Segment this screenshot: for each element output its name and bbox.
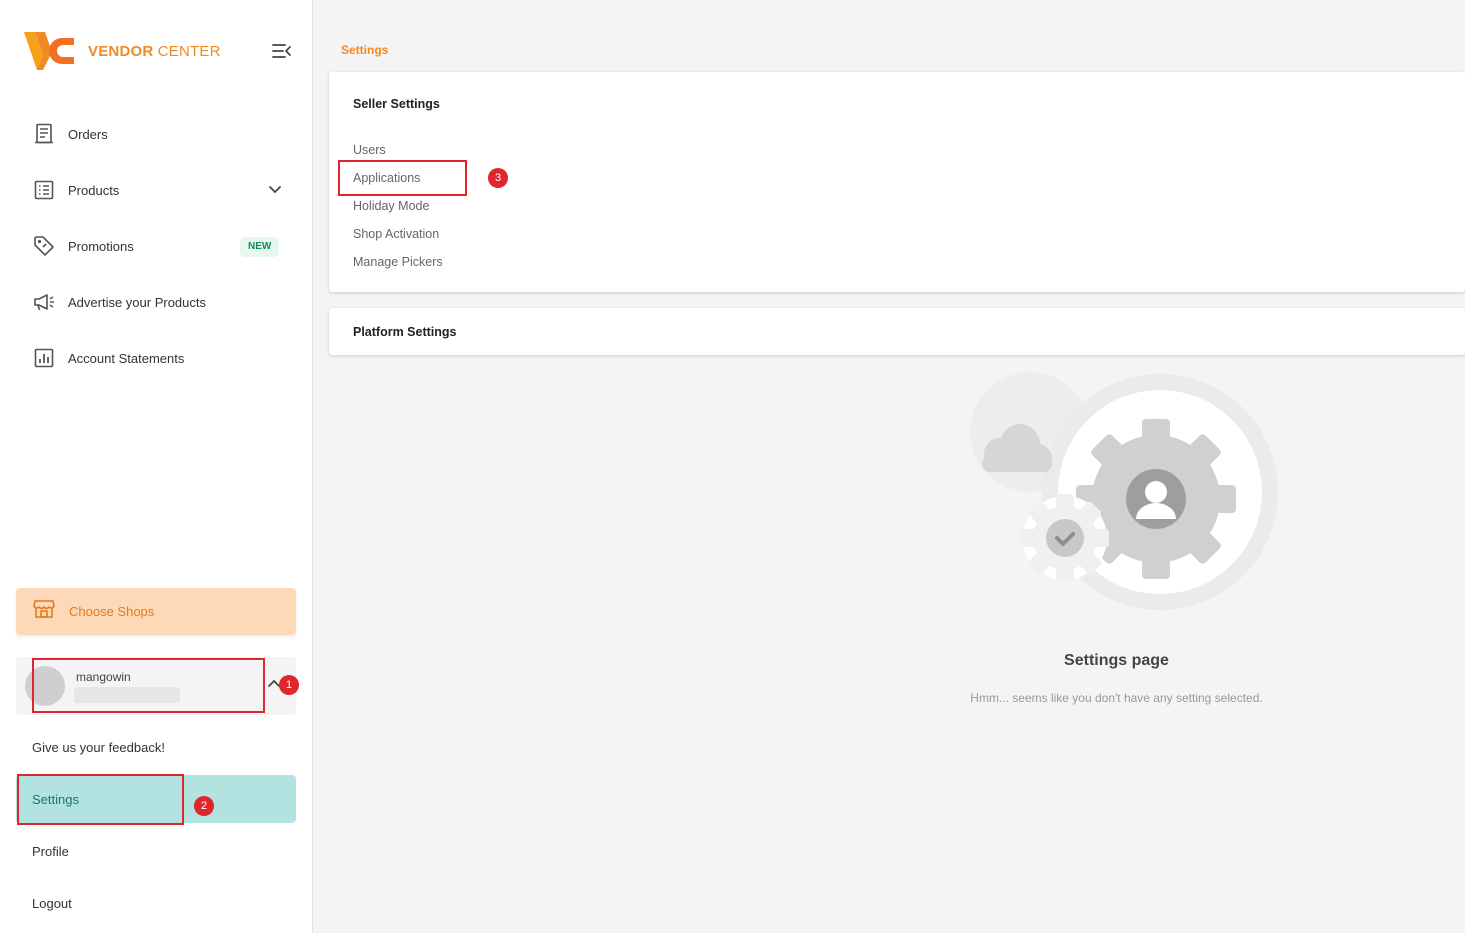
feedback-link[interactable]: Give us your feedback! bbox=[32, 740, 165, 755]
platform-settings-card[interactable]: Platform Settings bbox=[329, 308, 1465, 355]
tag-icon bbox=[33, 235, 55, 257]
sidebar-item-account-statements[interactable]: Account Statements bbox=[0, 330, 312, 386]
sidebar-item-promotions[interactable]: Promotions NEW bbox=[0, 218, 312, 274]
vc-logo-icon bbox=[24, 32, 74, 70]
settings-label: Settings bbox=[32, 792, 79, 807]
sidebar-item-settings[interactable]: Settings bbox=[16, 775, 296, 823]
breadcrumb: Settings bbox=[341, 43, 389, 57]
new-badge: NEW bbox=[240, 237, 280, 257]
choose-shops-label: Choose Shops bbox=[69, 604, 155, 619]
annotation-step-1: 1 bbox=[279, 675, 299, 695]
list-icon bbox=[33, 179, 55, 201]
account-name: mangowin bbox=[76, 670, 131, 684]
settings-illustration bbox=[950, 372, 1280, 627]
setting-link-users[interactable]: Users bbox=[353, 143, 386, 157]
sidebar-item-label: Advertise your Products bbox=[68, 294, 207, 310]
platform-settings-title: Platform Settings bbox=[353, 325, 457, 339]
sidebar-item-advertise[interactable]: Advertise your Products bbox=[0, 274, 312, 330]
vendor-center-logo[interactable]: VENDOR CENTER bbox=[24, 32, 221, 70]
sidebar-nav: Orders Products Promotions NEW Advertise… bbox=[0, 106, 312, 386]
logout-link[interactable]: Logout bbox=[32, 896, 72, 911]
small-gear-icon bbox=[1021, 494, 1109, 582]
sidebar-item-label: Account Statements bbox=[68, 350, 185, 366]
seller-settings-title: Seller Settings bbox=[353, 97, 440, 111]
receipt-icon bbox=[33, 123, 55, 145]
sidebar: VENDOR CENTER Orders Products Promotions bbox=[0, 0, 313, 933]
sidebar-item-label: Orders bbox=[68, 126, 108, 142]
megaphone-icon bbox=[33, 291, 55, 313]
account-email-redacted bbox=[74, 687, 180, 703]
setting-link-manage-pickers[interactable]: Manage Pickers bbox=[353, 255, 443, 269]
empty-state-subtitle: Hmm... seems like you don't have any set… bbox=[970, 691, 1263, 705]
setting-link-applications[interactable]: Applications bbox=[353, 171, 420, 185]
setting-link-holiday-mode[interactable]: Holiday Mode bbox=[353, 199, 429, 213]
sidebar-item-products[interactable]: Products bbox=[0, 162, 312, 218]
brand-name: VENDOR CENTER bbox=[88, 42, 221, 60]
setting-link-shop-activation[interactable]: Shop Activation bbox=[353, 227, 439, 241]
account-switcher[interactable]: mangowin bbox=[16, 657, 296, 715]
profile-link[interactable]: Profile bbox=[32, 844, 69, 859]
collapse-sidebar-icon[interactable] bbox=[272, 43, 296, 63]
annotation-step-2: 2 bbox=[194, 796, 214, 816]
chevron-down-icon[interactable] bbox=[268, 182, 282, 196]
annotation-step-3: 3 bbox=[488, 168, 508, 188]
empty-state-title: Settings page bbox=[1064, 652, 1169, 669]
sidebar-item-label: Promotions bbox=[68, 238, 134, 254]
sidebar-item-orders[interactable]: Orders bbox=[0, 106, 312, 162]
bar-chart-icon bbox=[33, 347, 55, 369]
shop-icon bbox=[33, 599, 55, 624]
avatar bbox=[25, 666, 65, 706]
choose-shops-button[interactable]: Choose Shops bbox=[16, 588, 296, 635]
sidebar-item-label: Products bbox=[68, 182, 120, 198]
